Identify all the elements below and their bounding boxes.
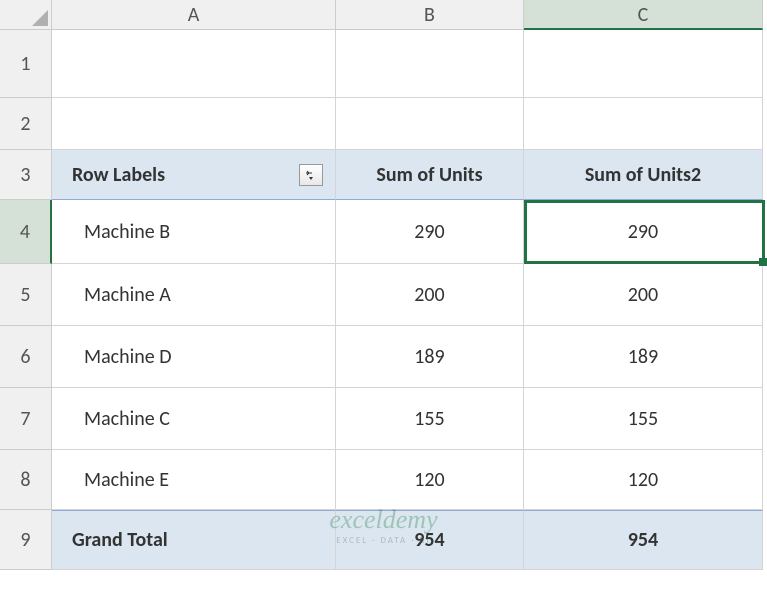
row-header-8[interactable]: 8: [0, 450, 52, 510]
cell-b1[interactable]: [336, 30, 524, 98]
select-all-corner[interactable]: [0, 0, 52, 30]
pivot-row-0-v1[interactable]: 290: [336, 200, 524, 264]
col-header-c[interactable]: C: [524, 0, 763, 30]
row-header-7[interactable]: 7: [0, 388, 52, 450]
pivot-row-3-v2[interactable]: 155: [524, 388, 763, 450]
cell-a1[interactable]: [52, 30, 336, 98]
pivot-row-4-v1[interactable]: 120: [336, 450, 524, 510]
cell-c2[interactable]: [524, 98, 763, 150]
sort-filter-icon: [304, 168, 318, 182]
pivot-row-0-label[interactable]: Machine B: [52, 200, 336, 264]
row-header-3[interactable]: 3: [0, 150, 52, 200]
pivot-row-2-label[interactable]: Machine D: [52, 326, 336, 388]
pivot-row-1-v2[interactable]: 200: [524, 264, 763, 326]
col-header-a[interactable]: A: [52, 0, 336, 30]
spreadsheet-grid: A B C 1 2 3 Row Labels Sum of Units Sum …: [0, 0, 767, 570]
pivot-row-2-v1[interactable]: 189: [336, 326, 524, 388]
cell-b2[interactable]: [336, 98, 524, 150]
row-header-4[interactable]: 4: [0, 200, 52, 264]
pivot-col2-header[interactable]: Sum of Units2: [524, 150, 763, 200]
pivot-row-3-v1[interactable]: 155: [336, 388, 524, 450]
cell-c1[interactable]: [524, 30, 763, 98]
row-header-6[interactable]: 6: [0, 326, 52, 388]
pivot-row-4-label[interactable]: Machine E: [52, 450, 336, 510]
row-header-9[interactable]: 9: [0, 510, 52, 570]
row-labels-text: Row Labels: [64, 163, 165, 187]
row-header-2[interactable]: 2: [0, 98, 52, 150]
pivot-row-4-v2[interactable]: 120: [524, 450, 763, 510]
col-header-b[interactable]: B: [336, 0, 524, 30]
pivot-row-1-label[interactable]: Machine A: [52, 264, 336, 326]
pivot-total-label[interactable]: Grand Total: [52, 510, 336, 570]
pivot-row-labels-header[interactable]: Row Labels: [52, 150, 336, 200]
filter-dropdown-button[interactable]: [299, 164, 323, 186]
pivot-row-2-v2[interactable]: 189: [524, 326, 763, 388]
row-header-1[interactable]: 1: [0, 30, 52, 98]
pivot-total-v2[interactable]: 954: [524, 510, 763, 570]
cell-a2[interactable]: [52, 98, 336, 150]
pivot-total-v1[interactable]: 954: [336, 510, 524, 570]
pivot-col1-header[interactable]: Sum of Units: [336, 150, 524, 200]
pivot-row-1-v1[interactable]: 200: [336, 264, 524, 326]
row-header-5[interactable]: 5: [0, 264, 52, 326]
pivot-row-3-label[interactable]: Machine C: [52, 388, 336, 450]
pivot-row-0-v2[interactable]: 290: [524, 200, 763, 264]
